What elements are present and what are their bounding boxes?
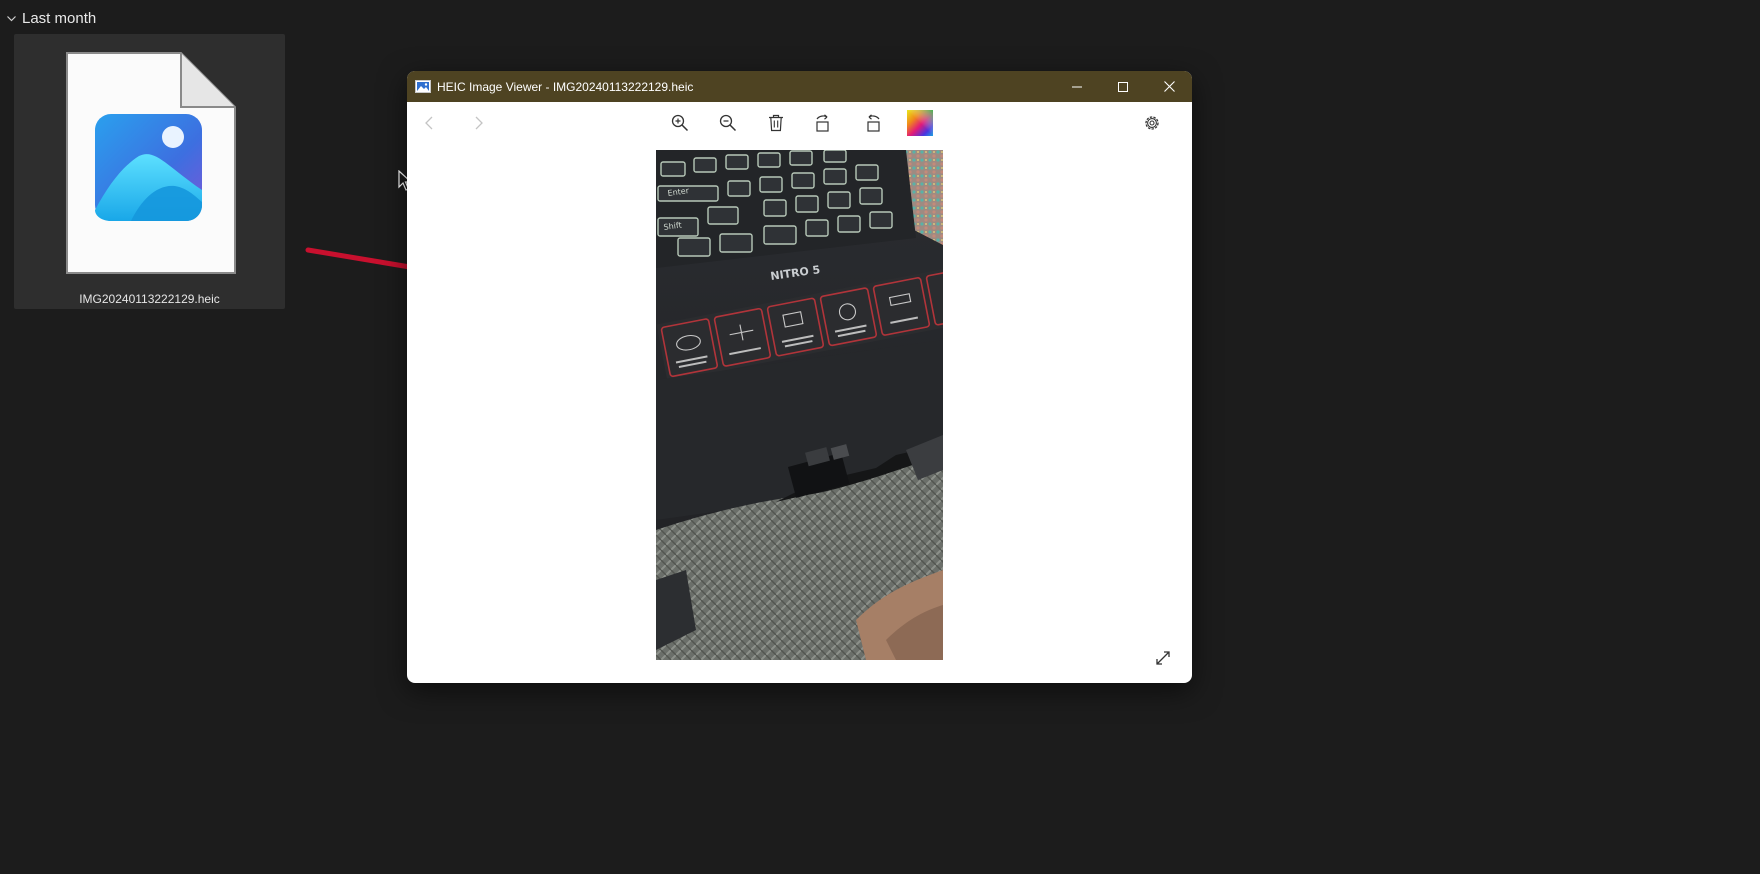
minimize-button[interactable] (1054, 71, 1100, 102)
chevron-down-icon (7, 15, 16, 21)
toolbar (407, 102, 1192, 142)
group-label: Last month (22, 9, 97, 27)
settings-icon (1145, 116, 1159, 130)
expand-icon (1156, 651, 1170, 665)
window-title: HEIC Image Viewer - IMG20240113222129.he… (437, 79, 694, 94)
minimize-icon (1072, 86, 1082, 87)
zoom-out-icon (719, 114, 737, 132)
zoom-out-button[interactable] (715, 110, 741, 136)
delete-button[interactable] (763, 110, 789, 136)
maximize-button[interactable] (1100, 71, 1146, 102)
rotate-left-button[interactable] (811, 110, 837, 136)
next-button[interactable] (465, 110, 491, 136)
file-thumbnail (66, 52, 236, 274)
close-icon (1163, 81, 1175, 92)
displayed-photo[interactable]: Enter Shift NITRO 5 (656, 150, 943, 660)
settings-button[interactable] (1139, 110, 1165, 136)
laptop-photo-image: Enter Shift NITRO 5 (656, 150, 943, 660)
photos-app-icon (95, 114, 202, 221)
previous-icon (425, 116, 433, 130)
app-icon (415, 80, 431, 93)
rotate-right-icon (867, 114, 880, 132)
rotate-right-button[interactable] (859, 110, 885, 136)
delete-icon (769, 114, 783, 132)
title-bar[interactable]: HEIC Image Viewer - IMG20240113222129.he… (407, 71, 1192, 102)
group-header-last-month[interactable]: Last month (6, 8, 96, 28)
next-icon (475, 116, 483, 130)
color-palette-button[interactable] (907, 110, 933, 136)
previous-button[interactable] (417, 110, 443, 136)
close-button[interactable] (1146, 71, 1192, 102)
file-name-label: IMG20240113222129.heic (79, 292, 220, 306)
file-item[interactable]: IMG20240113222129.heic (14, 34, 285, 309)
fullscreen-button[interactable] (1151, 646, 1175, 670)
color-palette-icon (907, 110, 933, 136)
rotate-left-icon (816, 114, 829, 132)
zoom-in-icon (671, 114, 689, 132)
maximize-icon (1118, 81, 1128, 92)
zoom-in-button[interactable] (667, 110, 693, 136)
heic-viewer-window[interactable]: HEIC Image Viewer - IMG20240113222129.he… (407, 71, 1192, 683)
